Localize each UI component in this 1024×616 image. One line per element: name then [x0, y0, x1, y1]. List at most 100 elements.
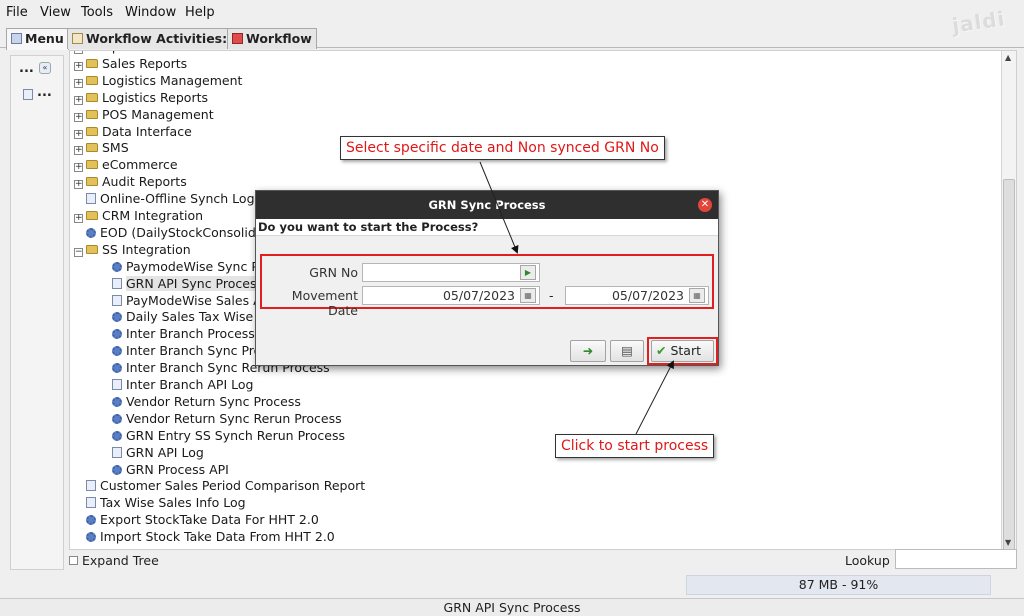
tab-workflow-activities[interactable]: Workflow Activities: 0: [67, 28, 246, 49]
tree-item-label: Vendor Return Sync Rerun Process: [126, 410, 342, 426]
folder-icon: [86, 143, 98, 153]
expand-icon[interactable]: +: [74, 146, 83, 156]
tree-item-label: Audit Reports: [102, 174, 187, 190]
date-from-input[interactable]: 05/07/2023: [362, 286, 540, 305]
grn-no-input[interactable]: [362, 263, 540, 282]
start-button[interactable]: ✔ Start: [651, 340, 714, 362]
tree-item-label: GRN Entry SS Synch Rerun Process: [126, 427, 345, 443]
tree-item[interactable]: − SS Integration: [74, 242, 191, 259]
tree-item[interactable]: + Audit Reports: [74, 174, 187, 191]
memory-indicator: 87 MB - 91%: [686, 575, 991, 595]
tree-item[interactable]: EOD (DailyStockConsolid: [74, 225, 256, 242]
tree-item[interactable]: Export StockTake Data For HHT 2.0: [74, 512, 319, 529]
grn-lookup-button[interactable]: ▶: [520, 265, 536, 280]
tree-item[interactable]: + Logistics Reports: [74, 90, 208, 107]
gear-icon: [112, 464, 122, 475]
tree-item-label: Logistics Reports: [102, 89, 208, 105]
tab-menu[interactable]: Menu: [6, 28, 69, 50]
tree-item[interactable]: Customer Sales Period Comparison Report: [74, 478, 365, 495]
tab-workflow-activities-label: Workflow Activities: 0: [86, 31, 241, 46]
print-button[interactable]: ▤: [610, 340, 644, 362]
menu-tools[interactable]: Tools: [81, 5, 113, 20]
close-icon[interactable]: ✕: [698, 198, 712, 212]
tree-item[interactable]: Tax Wise Sales Info Log: [74, 495, 246, 512]
callout-select-date: Select specific date and Non synced GRN …: [340, 136, 665, 160]
tree-item-label: Tax Wise Sales Info Log: [100, 495, 246, 511]
tree-item-label: CRM Integration: [102, 208, 204, 223]
left-panel: ... « ...: [10, 55, 64, 570]
left-panel-row-2[interactable]: ...: [37, 85, 52, 100]
document-icon: [86, 497, 96, 509]
scroll-thumb[interactable]: [1003, 179, 1015, 549]
gear-icon: [112, 312, 122, 323]
expand-tree-checkbox[interactable]: Expand Tree: [69, 553, 159, 568]
tree-item[interactable]: + POS Management: [74, 107, 214, 124]
gear-icon: [112, 261, 122, 272]
tree-item-label: Open Items: [102, 51, 174, 54]
grn-no-label: GRN No: [309, 265, 358, 280]
menu-help[interactable]: Help: [185, 5, 215, 20]
menu-window[interactable]: Window: [125, 5, 176, 20]
expand-icon[interactable]: +: [74, 180, 83, 190]
tree-item[interactable]: PaymodeWise Sync Proc: [100, 259, 278, 276]
collapse-icon[interactable]: −: [74, 247, 83, 257]
tree-item[interactable]: Vendor Return Sync Process: [100, 394, 301, 411]
vertical-scrollbar[interactable]: ▲ ▼: [1001, 51, 1016, 549]
tree-item-label: eCommerce: [102, 157, 178, 173]
tree-item[interactable]: GRN Process API: [100, 462, 229, 479]
gear-icon: [112, 413, 122, 424]
expand-icon[interactable]: +: [74, 129, 83, 139]
folder-icon: [86, 126, 98, 136]
tree-item[interactable]: Inter Branch Sync Proce: [100, 343, 276, 360]
tree-item[interactable]: Import Stock Take Data From HHT 2.0: [74, 529, 335, 546]
tree-item[interactable]: + SMS: [74, 140, 129, 157]
tree-item[interactable]: Online-Offline Synch Log: [74, 191, 255, 208]
tab-menu-label: Menu: [25, 31, 64, 46]
collapse-up-icon[interactable]: «: [39, 62, 51, 74]
left-panel-row-1[interactable]: ...: [19, 61, 34, 76]
tree-item[interactable]: + Logistics Management: [74, 73, 242, 90]
tree-item[interactable]: + eCommerce: [74, 157, 178, 174]
tree-item[interactable]: + CRM Integration: [74, 208, 203, 225]
tab-workflow[interactable]: Workflow: [227, 28, 317, 49]
tree-item[interactable]: GRN API Log: [100, 445, 204, 462]
expand-icon[interactable]: +: [74, 78, 83, 88]
tree-item[interactable]: Inter Branch Process AP: [100, 326, 275, 343]
check-icon: ✔: [656, 343, 667, 358]
calendar-to-icon[interactable]: ▦: [689, 288, 705, 303]
lookup-input[interactable]: [895, 549, 1017, 569]
tree-item[interactable]: Vendor Return Sync Rerun Process: [100, 411, 342, 428]
gear-icon: [112, 430, 122, 441]
tree-item[interactable]: PayModeWise Sales API: [100, 293, 273, 310]
gear-icon: [112, 346, 122, 357]
document-icon: [112, 277, 122, 289]
tree-item-label: GRN API Sync Process: [126, 275, 263, 291]
folder-icon: [86, 211, 98, 220]
scroll-up-icon[interactable]: ▲: [1005, 53, 1011, 62]
tree-item[interactable]: Inter Branch API Log: [100, 377, 253, 394]
expand-icon[interactable]: +: [74, 95, 83, 105]
tree-item[interactable]: GRN Entry SS Synch Rerun Process: [100, 428, 345, 445]
tree-item[interactable]: + Sales Reports: [74, 56, 187, 73]
expand-icon[interactable]: +: [74, 51, 83, 54]
calendar-from-icon[interactable]: ▦: [520, 288, 536, 303]
expand-icon[interactable]: +: [74, 163, 83, 173]
expand-icon[interactable]: +: [74, 112, 83, 122]
tree-item[interactable]: Daily Sales Tax Wise Sy: [100, 309, 273, 326]
tree-item[interactable]: GRN API Sync Process: [100, 275, 263, 293]
menu-bar: File View Tools Window Help: [0, 0, 1024, 26]
expand-icon[interactable]: +: [74, 214, 83, 223]
folder-icon: [86, 92, 98, 102]
refresh-button[interactable]: ➜: [570, 340, 606, 362]
date-to-input[interactable]: 05/07/2023: [565, 286, 709, 305]
status-bar: GRN API Sync Process: [0, 598, 1024, 616]
expand-icon[interactable]: +: [74, 61, 83, 71]
menu-file[interactable]: File: [6, 5, 28, 20]
tree-item[interactable]: + Data Interface: [74, 124, 192, 141]
menu-view[interactable]: View: [40, 5, 71, 20]
dialog-question: Do you want to start the Process?: [256, 219, 718, 236]
scroll-down-icon[interactable]: ▼: [1005, 538, 1011, 547]
tree-item-label: POS Management: [102, 106, 214, 122]
tree-item-label: GRN API Log: [126, 444, 204, 460]
movement-date-label: Movement Date: [291, 288, 358, 318]
